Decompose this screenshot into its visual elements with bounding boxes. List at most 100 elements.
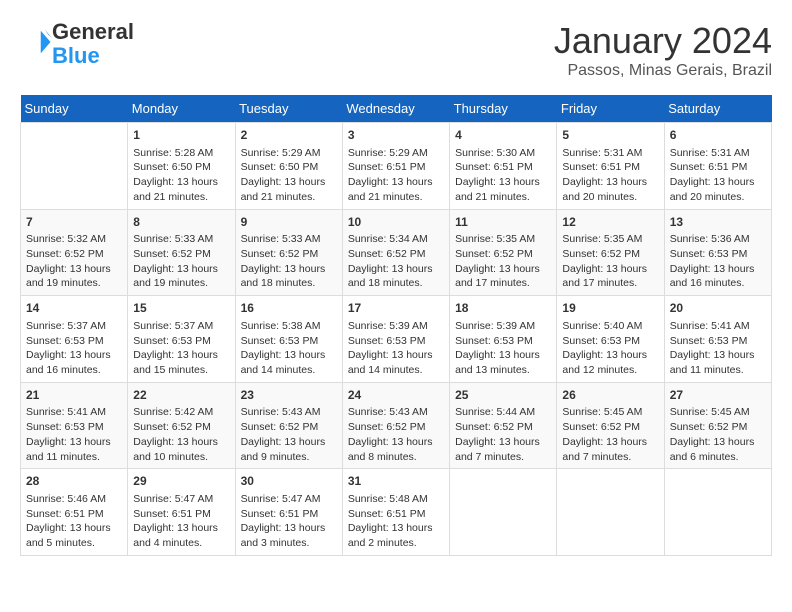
calendar-cell: 2 Sunrise: 5:29 AM Sunset: 6:50 PM Daylig… (235, 123, 342, 210)
calendar-body: 1 Sunrise: 5:28 AM Sunset: 6:50 PM Daylig… (21, 123, 772, 556)
day-info: Sunrise: 5:46 AM Sunset: 6:51 PM Dayligh… (26, 492, 122, 551)
col-friday: Friday (557, 95, 664, 123)
day-info: Sunrise: 5:28 AM Sunset: 6:50 PM Dayligh… (133, 146, 229, 205)
col-thursday: Thursday (450, 95, 557, 123)
day-number: 24 (348, 387, 444, 404)
calendar-cell: 8Sunrise: 5:33 AM Sunset: 6:52 PM Daylig… (128, 209, 235, 296)
calendar-cell: 6 Sunrise: 5:31 AM Sunset: 6:51 PM Daylig… (664, 123, 771, 210)
day-info: Sunrise: 5:45 AM Sunset: 6:52 PM Dayligh… (562, 405, 658, 464)
calendar-cell: 7Sunrise: 5:32 AM Sunset: 6:52 PM Daylig… (21, 209, 128, 296)
calendar-table: Sunday Monday Tuesday Wednesday Thursday… (20, 95, 772, 556)
day-number: 28 (26, 473, 122, 490)
day-number: 8 (133, 214, 229, 231)
day-number: 16 (241, 300, 337, 317)
calendar-cell: 26Sunrise: 5:45 AM Sunset: 6:52 PM Dayli… (557, 382, 664, 469)
calendar-cell: 3Sunrise: 5:29 AM Sunset: 6:51 PM Daylig… (342, 123, 449, 210)
day-number: 12 (562, 214, 658, 231)
day-number: 11 (455, 214, 551, 231)
calendar-cell: 29 Sunrise: 5:47 AM Sunset: 6:51 PM Dayli… (128, 469, 235, 556)
day-info: Sunrise: 5:34 AM Sunset: 6:52 PM Dayligh… (348, 232, 444, 291)
day-info: Sunrise: 5:41 AM Sunset: 6:53 PM Dayligh… (670, 319, 766, 378)
day-number: 23 (241, 387, 337, 404)
calendar-cell (664, 469, 771, 556)
day-info: Sunrise: 5:31 AM Sunset: 6:51 PM Dayligh… (670, 146, 766, 205)
calendar-week-2: 7Sunrise: 5:32 AM Sunset: 6:52 PM Daylig… (21, 209, 772, 296)
day-number: 15 (133, 300, 229, 317)
day-info: Sunrise: 5:43 AM Sunset: 6:52 PM Dayligh… (348, 405, 444, 464)
calendar-cell: 31 Sunrise: 5:48 AM Sunset: 6:51 PM Dayli… (342, 469, 449, 556)
logo: General Blue (20, 20, 134, 68)
calendar-week-1: 1 Sunrise: 5:28 AM Sunset: 6:50 PM Daylig… (21, 123, 772, 210)
day-number: 7 (26, 214, 122, 231)
calendar-cell: 18 Sunrise: 5:39 AM Sunset: 6:53 PM Dayli… (450, 296, 557, 383)
day-number: 6 (670, 127, 766, 144)
calendar-cell: 22Sunrise: 5:42 AM Sunset: 6:52 PM Dayli… (128, 382, 235, 469)
calendar-cell: 20Sunrise: 5:41 AM Sunset: 6:53 PM Dayli… (664, 296, 771, 383)
day-info: Sunrise: 5:29 AM Sunset: 6:50 PM Dayligh… (241, 146, 337, 205)
location: Passos, Minas Gerais, Brazil (554, 62, 772, 80)
day-info: Sunrise: 5:33 AM Sunset: 6:52 PM Dayligh… (133, 232, 229, 291)
calendar-cell: 25Sunrise: 5:44 AM Sunset: 6:52 PM Dayli… (450, 382, 557, 469)
day-info: Sunrise: 5:35 AM Sunset: 6:52 PM Dayligh… (562, 232, 658, 291)
col-saturday: Saturday (664, 95, 771, 123)
day-number: 27 (670, 387, 766, 404)
calendar-cell: 14 Sunrise: 5:37 AM Sunset: 6:53 PM Dayli… (21, 296, 128, 383)
day-number: 26 (562, 387, 658, 404)
calendar-cell: 24Sunrise: 5:43 AM Sunset: 6:52 PM Dayli… (342, 382, 449, 469)
day-info: Sunrise: 5:30 AM Sunset: 6:51 PM Dayligh… (455, 146, 551, 205)
calendar-cell (21, 123, 128, 210)
day-number: 31 (348, 473, 444, 490)
calendar-cell: 30Sunrise: 5:47 AM Sunset: 6:51 PM Dayli… (235, 469, 342, 556)
day-number: 4 (455, 127, 551, 144)
calendar-cell: 4 Sunrise: 5:30 AM Sunset: 6:51 PM Daylig… (450, 123, 557, 210)
calendar-cell: 15 Sunrise: 5:37 AM Sunset: 6:53 PM Dayli… (128, 296, 235, 383)
day-number: 14 (26, 300, 122, 317)
day-number: 2 (241, 127, 337, 144)
day-number: 22 (133, 387, 229, 404)
col-wednesday: Wednesday (342, 95, 449, 123)
title-section: January 2024 Passos, Minas Gerais, Brazi… (554, 20, 772, 80)
col-tuesday: Tuesday (235, 95, 342, 123)
day-info: Sunrise: 5:37 AM Sunset: 6:53 PM Dayligh… (133, 319, 229, 378)
page-header: General Blue January 2024 Passos, Minas … (20, 20, 772, 80)
calendar-header: Sunday Monday Tuesday Wednesday Thursday… (21, 95, 772, 123)
day-info: Sunrise: 5:42 AM Sunset: 6:52 PM Dayligh… (133, 405, 229, 464)
day-info: Sunrise: 5:35 AM Sunset: 6:52 PM Dayligh… (455, 232, 551, 291)
col-monday: Monday (128, 95, 235, 123)
calendar-cell: 27Sunrise: 5:45 AM Sunset: 6:52 PM Dayli… (664, 382, 771, 469)
calendar-cell: 13Sunrise: 5:36 AM Sunset: 6:53 PM Dayli… (664, 209, 771, 296)
calendar-cell: 12Sunrise: 5:35 AM Sunset: 6:52 PM Dayli… (557, 209, 664, 296)
day-info: Sunrise: 5:37 AM Sunset: 6:53 PM Dayligh… (26, 319, 122, 378)
day-info: Sunrise: 5:48 AM Sunset: 6:51 PM Dayligh… (348, 492, 444, 551)
calendar-cell: 10Sunrise: 5:34 AM Sunset: 6:52 PM Dayli… (342, 209, 449, 296)
day-info: Sunrise: 5:47 AM Sunset: 6:51 PM Dayligh… (133, 492, 229, 551)
day-info: Sunrise: 5:41 AM Sunset: 6:53 PM Dayligh… (26, 405, 122, 464)
day-number: 17 (348, 300, 444, 317)
day-info: Sunrise: 5:32 AM Sunset: 6:52 PM Dayligh… (26, 232, 122, 291)
calendar-cell: 21Sunrise: 5:41 AM Sunset: 6:53 PM Dayli… (21, 382, 128, 469)
day-number: 29 (133, 473, 229, 490)
day-info: Sunrise: 5:33 AM Sunset: 6:52 PM Dayligh… (241, 232, 337, 291)
header-row: Sunday Monday Tuesday Wednesday Thursday… (21, 95, 772, 123)
calendar-cell: 16Sunrise: 5:38 AM Sunset: 6:53 PM Dayli… (235, 296, 342, 383)
day-number: 5 (562, 127, 658, 144)
col-sunday: Sunday (21, 95, 128, 123)
day-info: Sunrise: 5:39 AM Sunset: 6:53 PM Dayligh… (348, 319, 444, 378)
calendar-week-5: 28 Sunrise: 5:46 AM Sunset: 6:51 PM Dayli… (21, 469, 772, 556)
logo-text: General Blue (52, 20, 134, 68)
day-info: Sunrise: 5:44 AM Sunset: 6:52 PM Dayligh… (455, 405, 551, 464)
day-info: Sunrise: 5:39 AM Sunset: 6:53 PM Dayligh… (455, 319, 551, 378)
day-number: 19 (562, 300, 658, 317)
calendar-cell (557, 469, 664, 556)
day-number: 18 (455, 300, 551, 317)
logo-icon (22, 27, 52, 57)
day-info: Sunrise: 5:29 AM Sunset: 6:51 PM Dayligh… (348, 146, 444, 205)
day-number: 21 (26, 387, 122, 404)
calendar-cell (450, 469, 557, 556)
calendar-week-3: 14 Sunrise: 5:37 AM Sunset: 6:53 PM Dayli… (21, 296, 772, 383)
calendar-cell: 11Sunrise: 5:35 AM Sunset: 6:52 PM Dayli… (450, 209, 557, 296)
day-number: 1 (133, 127, 229, 144)
calendar-week-4: 21Sunrise: 5:41 AM Sunset: 6:53 PM Dayli… (21, 382, 772, 469)
calendar-cell: 17 Sunrise: 5:39 AM Sunset: 6:53 PM Dayli… (342, 296, 449, 383)
day-number: 30 (241, 473, 337, 490)
